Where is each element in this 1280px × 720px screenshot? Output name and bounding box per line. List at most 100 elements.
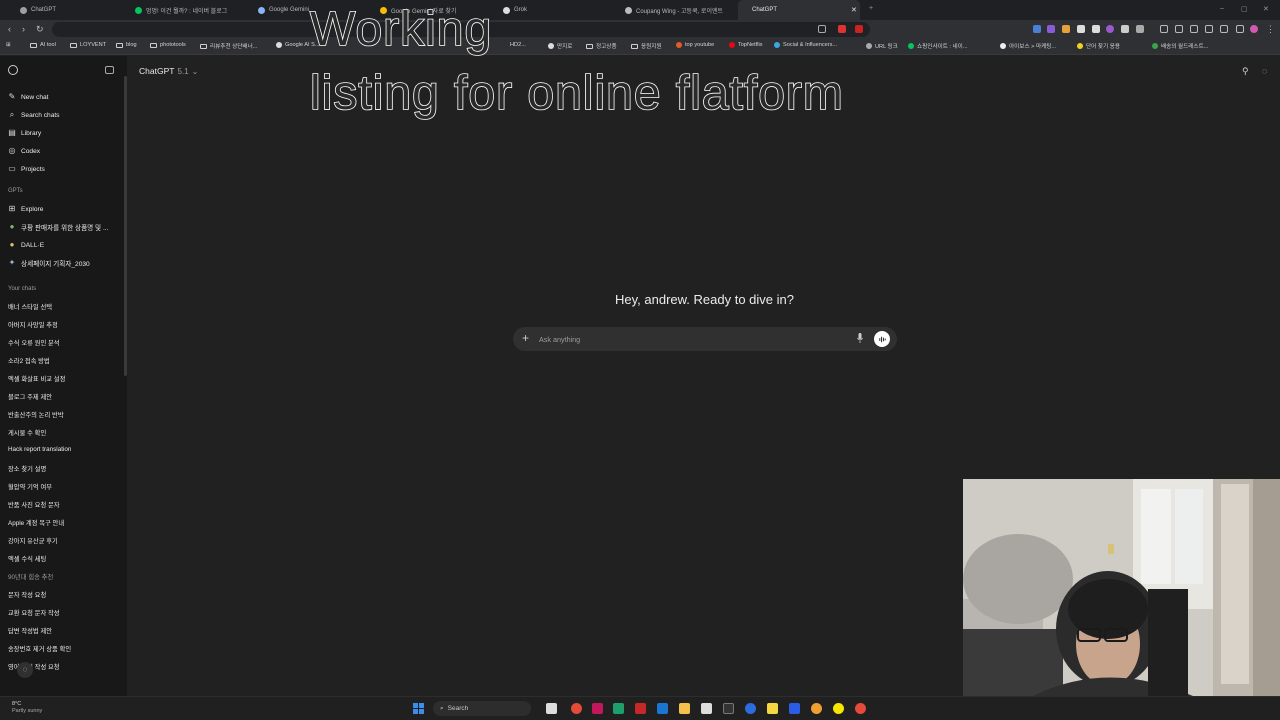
chat-history-item[interactable]: 수식 오류 원인 분석	[8, 338, 60, 347]
menu-icon[interactable]: ⋮	[1266, 24, 1275, 35]
tab-chatgpt-1[interactable]: ChatGPT	[10, 0, 66, 20]
prompt-placeholder[interactable]: Ask anything	[539, 335, 580, 344]
extension-icon[interactable]	[1220, 25, 1228, 33]
add-people-icon[interactable]: ⚲	[1242, 66, 1249, 77]
extension-icon[interactable]	[1205, 25, 1213, 33]
close-tab-icon[interactable]: ✕	[851, 6, 857, 14]
extension-icon[interactable]	[1033, 25, 1041, 33]
chat-history-item[interactable]: 소라2 접속 방법	[8, 356, 50, 365]
sidebar-item-new-chat[interactable]: ✎ New chat	[8, 91, 49, 103]
chat-history-item[interactable]: 아버지 사망일 추정	[8, 320, 58, 329]
extension-icon[interactable]	[1236, 25, 1244, 33]
bookmark-link[interactable]: 만지로	[548, 42, 572, 50]
bookmark-link[interactable]: 배송의 월드레스트...	[1152, 42, 1208, 50]
new-tab-icon[interactable]: +	[869, 5, 873, 12]
sidebar-item-gpt[interactable]: ✦ 상세페이지 기획자_2030	[8, 257, 90, 269]
chat-history-item[interactable]: 교환 요청 문자 작성	[8, 608, 60, 617]
sidebar-item-search-chats[interactable]: ⌕ Search chats	[8, 109, 60, 121]
chat-bubble-icon[interactable]: ◌	[17, 662, 33, 678]
profile-avatar-icon[interactable]	[1250, 25, 1258, 33]
chat-history-item[interactable]: 반품 사진 요청 문자	[8, 500, 60, 509]
media-icon[interactable]	[1175, 25, 1183, 33]
add-attachment-icon[interactable]: +	[522, 331, 529, 345]
extension-icon[interactable]	[838, 25, 846, 33]
chat-history-item[interactable]: 문자 작성 요청	[8, 590, 46, 599]
edge-icon[interactable]	[613, 703, 624, 714]
app-icon[interactable]	[723, 703, 734, 714]
microphone-icon[interactable]	[857, 333, 863, 343]
forward-icon[interactable]: ›	[22, 24, 25, 34]
voice-mode-button[interactable]	[874, 331, 890, 347]
tab-coupang-wing[interactable]: Coupang Wing - 고등쿡, 로이엔트	[615, 0, 733, 20]
maximize-icon[interactable]: ▢	[1241, 5, 1248, 13]
bookmark-folder[interactable]: 정고상품	[586, 42, 617, 50]
file-explorer-icon[interactable]	[679, 703, 690, 714]
apps-icon[interactable]: ⊞	[6, 42, 11, 48]
chat-history-item[interactable]: Hack report translation	[8, 446, 71, 453]
bookmark-link[interactable]: top youtube	[676, 42, 714, 48]
sidepanel-icon[interactable]	[1190, 25, 1198, 33]
download-icon[interactable]	[1160, 25, 1168, 33]
outlook-icon[interactable]	[657, 703, 668, 714]
sidebar-item-projects[interactable]: ▭ Projects	[8, 163, 45, 175]
bookmark-folder[interactable]: phototools	[150, 42, 186, 48]
model-selector[interactable]: ChatGPT 5.1 ⌄	[139, 66, 198, 76]
bookmark-folder[interactable]: LOYVENT	[70, 42, 106, 48]
chrome-icon[interactable]	[855, 703, 866, 714]
sidebar-item-codex[interactable]: ◎ Codex	[8, 145, 41, 157]
bookmark-link[interactable]: 쇼핑인사이트 : 네이...	[908, 42, 968, 50]
chat-history-item[interactable]: 엑셀 화살표 비교 설정	[8, 374, 65, 383]
bookmark-link[interactable]: Social & Influencers...	[774, 42, 837, 48]
tab-google-gemini[interactable]: Google Gemini	[248, 0, 319, 20]
bookmark-folder[interactable]: 리뷰추천 상단배너...	[200, 42, 257, 50]
extension-icon[interactable]	[1077, 25, 1085, 33]
sidebar-item-dalle[interactable]: ● DALL·E	[8, 239, 45, 251]
reload-icon[interactable]: ↻	[36, 24, 44, 35]
extension-icon[interactable]	[1047, 25, 1055, 33]
bookmark-folder[interactable]: blog	[116, 42, 137, 48]
bookmark-folder[interactable]: AI tool	[30, 42, 56, 48]
weather-widget[interactable]: 8°C Partly sunny	[12, 701, 42, 715]
share-icon[interactable]	[818, 25, 826, 33]
sidebar-item-gpt[interactable]: ● 쿠팡 판매자를 위한 상품명 및 ...	[8, 221, 109, 233]
bookmark-link[interactable]: HD2...	[510, 42, 526, 48]
bookmark-link[interactable]: URL 링크	[866, 42, 898, 50]
close-window-icon[interactable]: ✕	[1263, 5, 1269, 13]
minimize-icon[interactable]: –	[1220, 5, 1224, 12]
extension-icon[interactable]	[1092, 25, 1100, 33]
chat-history-item[interactable]: 배너 스타일 선택	[8, 302, 52, 311]
prompt-composer[interactable]: + Ask anything	[513, 327, 897, 351]
app-icon[interactable]	[745, 703, 756, 714]
app-icon[interactable]	[592, 703, 603, 714]
extension-icon[interactable]	[1121, 25, 1129, 33]
bookmark-link[interactable]: 아이보스 > 마케팅...	[1000, 42, 1056, 50]
app-icon[interactable]	[635, 703, 646, 714]
chat-history-item[interactable]: 영어 편지 작성 요청	[8, 662, 60, 671]
tab-chatgpt-active[interactable]: ChatGPT ✕	[738, 0, 860, 20]
chat-history-item[interactable]: 혈압약 기억 여부	[8, 482, 52, 491]
tab-naver-blog[interactable]: 멍멍! 이건 뭘까? : 네이버 블로그	[125, 0, 237, 20]
bookmark-link[interactable]: 단어 찾기 응용	[1077, 42, 1120, 50]
taskbar-search[interactable]: ⌕ Search	[433, 701, 531, 716]
sidebar-item-explore[interactable]: ⊞ Explore	[8, 203, 44, 215]
bookmark-link[interactable]: TopNetflix	[729, 42, 763, 48]
chat-history-item[interactable]: 엑셀 수식 세팅	[8, 554, 46, 563]
kakaotalk-icon[interactable]	[833, 703, 844, 714]
app-icon[interactable]	[767, 703, 778, 714]
app-icon[interactable]	[811, 703, 822, 714]
temporary-chat-icon[interactable]: ◌	[1262, 66, 1267, 76]
tab-grok[interactable]: Grok	[493, 0, 537, 20]
bookmark-folder[interactable]: 응원지원	[631, 42, 662, 50]
sidebar-item-library[interactable]: ▤ Library	[8, 127, 41, 139]
chat-history-item[interactable]: 강아지 유산균 후기	[8, 536, 58, 545]
chat-history-item[interactable]: 90년대 힙송 추천	[8, 572, 53, 581]
app-icon[interactable]	[789, 703, 800, 714]
extension-icon[interactable]	[1062, 25, 1070, 33]
back-icon[interactable]: ‹	[8, 24, 11, 34]
extension-icon[interactable]	[855, 25, 863, 33]
chat-history-item[interactable]: 반출산주의 논리 반박	[8, 410, 64, 419]
extension-icon[interactable]	[1106, 25, 1114, 33]
sidebar-toggle-icon[interactable]	[105, 66, 114, 74]
chat-history-item[interactable]: 답변 작성법 제안	[8, 626, 52, 635]
chat-history-item[interactable]: Apple 계정 복구 안내	[8, 518, 64, 527]
